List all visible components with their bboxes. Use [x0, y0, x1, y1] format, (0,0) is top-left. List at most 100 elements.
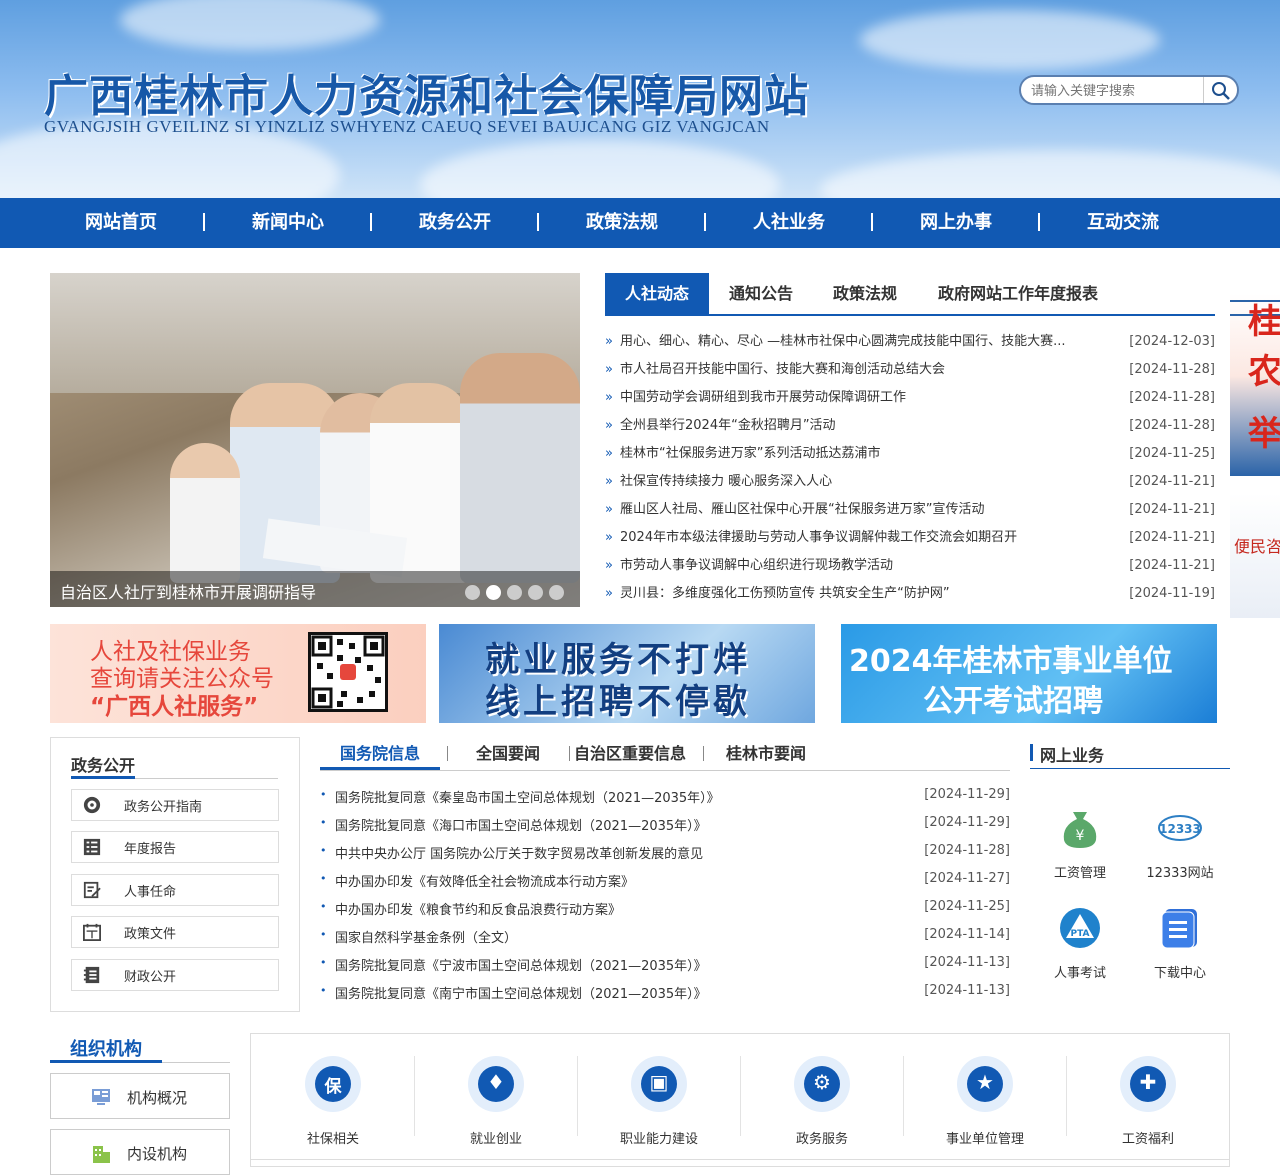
- news-row[interactable]: » 市人社局召开技能中国行、技能大赛和海创活动总结大会 [2024-11-28]: [605, 358, 1215, 386]
- news-row[interactable]: » 市劳动人事争议调解中心组织进行现场教学活动 [2024-11-21]: [605, 554, 1215, 582]
- slide-photo-person: [460, 353, 580, 583]
- banner-employment[interactable]: 就业服务不打烊 线上招聘不停歇: [439, 624, 815, 723]
- tab-state-council[interactable]: 国务院信息: [320, 737, 440, 770]
- nav-news[interactable]: 新闻中心: [223, 198, 353, 248]
- news-row[interactable]: » 灵川县：多维度强化工伤预防宣传 共筑安全生产“防护网” [2024-11-19]: [605, 582, 1215, 610]
- gov-open-item[interactable]: 政策文件: [71, 916, 279, 948]
- info-title[interactable]: 国务院批复同意《宁波市国土空间总体规划（2021—2035年）》: [335, 955, 707, 974]
- info-row[interactable]: • 中办国办印发《粮食节约和反食品浪费行动方案》 [2024-11-25]: [320, 896, 1010, 924]
- info-title[interactable]: 国务院批复同意《秦皇岛市国土空间总体规划（2021—2035年）》: [335, 787, 720, 806]
- monitor-icon: [92, 1089, 110, 1105]
- gov-open-item[interactable]: 人事任命: [71, 874, 279, 906]
- nav-home[interactable]: 网站首页: [56, 198, 186, 248]
- info-row[interactable]: • 国务院批复同意《南宁市国土空间总体规划（2021—2035年）》 [2024-1…: [320, 980, 1010, 1008]
- bullet-icon: •: [320, 900, 327, 913]
- floating-ad[interactable]: 便民咨: [1230, 493, 1280, 618]
- search-input[interactable]: [1031, 81, 1201, 101]
- calendar-icon: [83, 923, 101, 941]
- news-date: [2024-11-19]: [1129, 586, 1215, 601]
- nav-policy[interactable]: 政策法规: [557, 198, 687, 248]
- info-row[interactable]: • 国家自然科学基金条例（全文） [2024-11-14]: [320, 924, 1010, 952]
- news-title[interactable]: 社保宣传持续接力 暖心服务深入人心: [620, 472, 1105, 492]
- business-item[interactable]: ▣ 职业能力建设: [579, 1056, 739, 1147]
- business-item[interactable]: ♦ 就业创业: [416, 1056, 576, 1147]
- nav-gov-open[interactable]: 政务公开: [390, 198, 520, 248]
- ad-text: 便民咨: [1234, 537, 1280, 556]
- tab-national-news[interactable]: 全国要闻: [454, 737, 562, 770]
- news-title[interactable]: 桂林市“社保服务进万家”系列活动抵达荔浦市: [620, 444, 1105, 464]
- business-label: 政务服务: [795, 1132, 848, 1147]
- floating-ad[interactable]: 桂 农 举: [1230, 294, 1280, 476]
- online-service-download[interactable]: 下载中心: [1140, 906, 1220, 981]
- tab-policy[interactable]: 政策法规: [813, 273, 917, 314]
- news-title[interactable]: 市人社局召开技能中国行、技能大赛和海创活动总结大会: [620, 360, 1105, 380]
- info-row[interactable]: • 中办国办印发《有效降低全社会物流成本行动方案》 [2024-11-27]: [320, 868, 1010, 896]
- news-title[interactable]: 2024年市本级法律援助与劳动人事争议调解仲裁工作交流会如期召开: [620, 528, 1105, 548]
- news-row[interactable]: » 全州县举行2024年“金秋招聘月”活动 [2024-11-28]: [605, 414, 1215, 442]
- news-row[interactable]: » 社保宣传持续接力 暖心服务深入人心 [2024-11-21]: [605, 470, 1215, 498]
- info-date: [2024-11-13]: [924, 983, 1010, 998]
- info-row[interactable]: • 国务院批复同意《海口市国土空间总体规划（2021—2035年）》 [2024-1…: [320, 812, 1010, 840]
- news-title[interactable]: 中国劳动学会调研组到我市开展劳动保障调研工作: [620, 388, 1105, 408]
- banner-exam[interactable]: 2024年桂林市事业单位 公开考试招聘: [841, 624, 1217, 723]
- info-row[interactable]: • 国务院批复同意《宁波市国土空间总体规划（2021—2035年）》 [2024-1…: [320, 952, 1010, 980]
- info-title[interactable]: 中办国办印发《粮食节约和反食品浪费行动方案》: [335, 899, 621, 918]
- news-row[interactable]: » 中国劳动学会调研组到我市开展劳动保障调研工作 [2024-11-28]: [605, 386, 1215, 414]
- news-slider[interactable]: 自治区人社厅到桂林市开展调研指导: [50, 273, 580, 607]
- info-date: [2024-11-25]: [924, 899, 1010, 914]
- nav-online-service[interactable]: 网上办事: [891, 198, 1021, 248]
- tab-region-news[interactable]: 自治区重要信息: [560, 737, 700, 770]
- gov-open-item[interactable]: 年度报告: [71, 831, 279, 863]
- info-row[interactable]: • 中共中央办公厅 国务院办公厅关于数字贸易改革创新发展的意见 [2024-11-2…: [320, 840, 1010, 868]
- info-row[interactable]: • 国务院批复同意《秦皇岛市国土空间总体规划（2021—2035年）》 [2024-…: [320, 784, 1010, 812]
- business-label: 就业创业: [469, 1132, 522, 1147]
- info-title[interactable]: 国家自然科学基金条例（全文）: [335, 927, 517, 946]
- org-item-departments[interactable]: 内设机构: [50, 1129, 230, 1175]
- info-title[interactable]: 国务院批复同意《海口市国土空间总体规划（2021—2035年）》: [335, 815, 707, 834]
- search-button[interactable]: [1203, 77, 1237, 103]
- cloud-decoration: [420, 140, 780, 198]
- tab-hr-news[interactable]: 人社动态: [605, 273, 709, 314]
- divider: [577, 1056, 578, 1136]
- layers-icon: ★: [957, 1056, 1013, 1112]
- arrow-icon: »: [605, 390, 613, 405]
- slide-dot[interactable]: [528, 585, 543, 600]
- banner-wechat[interactable]: 人社及社保业务 查询请关注公众号 “广西人社服务”: [50, 624, 426, 723]
- gov-open-item[interactable]: 财政公开: [71, 959, 279, 991]
- news-title[interactable]: 市劳动人事争议调解中心组织进行现场教学活动: [620, 556, 1105, 576]
- slide-dot[interactable]: [549, 585, 564, 600]
- info-title[interactable]: 中办国办印发《有效降低全社会物流成本行动方案》: [335, 871, 634, 890]
- online-service-exam[interactable]: PTA 人事考试: [1040, 906, 1120, 981]
- arrow-icon: »: [605, 418, 613, 433]
- business-item[interactable]: ✚ 工资福利: [1068, 1056, 1228, 1147]
- org-item-overview[interactable]: 机构概况: [50, 1073, 230, 1119]
- news-row[interactable]: » 用心、细心、精心、尽心 —桂林市社保中心圆满完成技能中国行、技能大赛... [2…: [605, 330, 1215, 358]
- tab-annual-report[interactable]: 政府网站工作年度报表: [923, 273, 1113, 314]
- business-item[interactable]: 保 社保相关: [253, 1056, 413, 1147]
- info-title[interactable]: 国务院批复同意《南宁市国土空间总体规划（2021—2035年）》: [335, 983, 707, 1002]
- news-row[interactable]: » 2024年市本级法律援助与劳动人事争议调解仲裁工作交流会如期召开 [2024-1…: [605, 526, 1215, 554]
- news-tabs: 人社动态 通知公告 政策法规 政府网站工作年度报表: [605, 273, 1215, 316]
- news-row[interactable]: » 雁山区人社局、雁山区社保中心开展“社保服务进万家”宣传活动 [2024-11-2…: [605, 498, 1215, 526]
- nav-interaction[interactable]: 互动交流: [1058, 198, 1188, 248]
- slide-dot-active[interactable]: [486, 585, 501, 600]
- online-service-12333[interactable]: 12333 12333网站: [1140, 806, 1220, 881]
- gov-open-item[interactable]: 政务公开指南: [71, 789, 279, 821]
- business-item[interactable]: ⚙ 政务服务: [742, 1056, 902, 1147]
- news-title[interactable]: 用心、细心、精心、尽心 —桂林市社保中心圆满完成技能中国行、技能大赛...: [620, 332, 1105, 352]
- business-item[interactable]: ★ 事业单位管理: [905, 1056, 1065, 1147]
- news-title[interactable]: 全州县举行2024年“金秋招聘月”活动: [620, 416, 1105, 436]
- nav-hr-business[interactable]: 人社业务: [724, 198, 854, 248]
- news-title[interactable]: 雁山区人社局、雁山区社保中心开展“社保服务进万家”宣传活动: [620, 500, 1105, 520]
- info-tabs: 国务院信息 全国要闻 自治区重要信息 桂林市要闻: [320, 737, 1010, 771]
- news-title[interactable]: 灵川县：多维度强化工伤预防宣传 共筑安全生产“防护网”: [620, 584, 1105, 604]
- tab-guilin-news[interactable]: 桂林市要闻: [712, 737, 820, 770]
- business-label: 社保相关: [306, 1132, 359, 1147]
- news-row[interactable]: » 桂林市“社保服务进万家”系列活动抵达荔浦市 [2024-11-25]: [605, 442, 1215, 470]
- slide-dot[interactable]: [465, 585, 480, 600]
- slide-dot[interactable]: [507, 585, 522, 600]
- tab-notices[interactable]: 通知公告: [709, 273, 813, 314]
- info-title[interactable]: 中共中央办公厅 国务院办公厅关于数字贸易改革创新发展的意见: [335, 843, 703, 862]
- online-service-salary[interactable]: ¥ 工资管理: [1040, 806, 1120, 881]
- site-title: 广西桂林市人力资源和社会保障局网站: [44, 71, 809, 122]
